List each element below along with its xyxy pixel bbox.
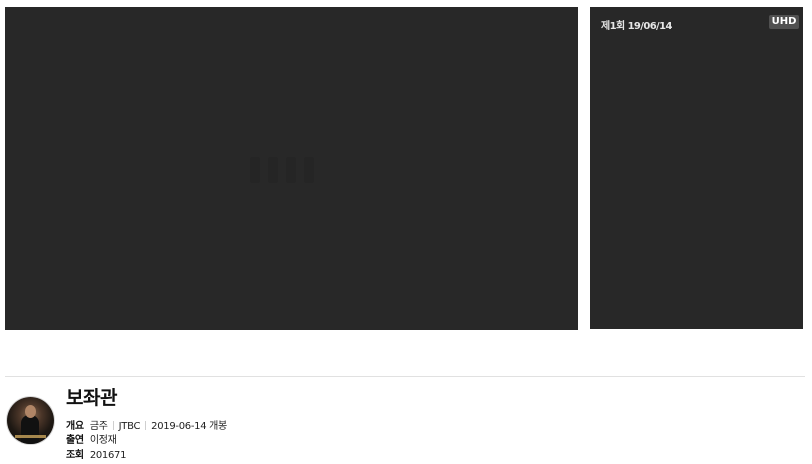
page: 제1회 19/06/14 UHD 보좌관 개요 금주 JTBC 2019-06-14 개… bbox=[0, 0, 812, 464]
separator bbox=[145, 421, 147, 430]
program-title[interactable]: 보좌관 bbox=[66, 383, 117, 410]
divider bbox=[5, 376, 805, 377]
poster-title-strip bbox=[15, 435, 46, 438]
views-key: 조회 bbox=[66, 450, 84, 461]
play-icon[interactable] bbox=[250, 157, 340, 187]
quality-badge: UHD bbox=[769, 15, 799, 29]
cast-row: 출연 이정재 bbox=[66, 431, 117, 446]
episode-date: 19/06/14 bbox=[627, 21, 673, 32]
overview-row: 개요 금주 JTBC 2019-06-14 개봉 bbox=[66, 417, 227, 432]
poster-figure bbox=[21, 415, 39, 444]
program-poster-thumbnail[interactable] bbox=[7, 397, 54, 444]
overview-channel: JTBC bbox=[118, 421, 141, 432]
episode-label: 제1회 bbox=[601, 21, 625, 32]
cast-value[interactable]: 이정재 bbox=[90, 435, 117, 446]
cast-key: 출연 bbox=[66, 435, 84, 446]
views-value: 201671 bbox=[89, 450, 127, 461]
overview-premiere: 2019-06-14 개봉 bbox=[151, 421, 227, 432]
separator bbox=[112, 421, 114, 430]
episode-panel: 제1회 19/06/14 UHD bbox=[590, 7, 803, 329]
poster-face bbox=[25, 405, 36, 418]
video-player[interactable] bbox=[5, 7, 578, 330]
views-row: 조회 201671 bbox=[66, 446, 126, 461]
episode-info[interactable]: 제1회 19/06/14 bbox=[601, 17, 672, 32]
